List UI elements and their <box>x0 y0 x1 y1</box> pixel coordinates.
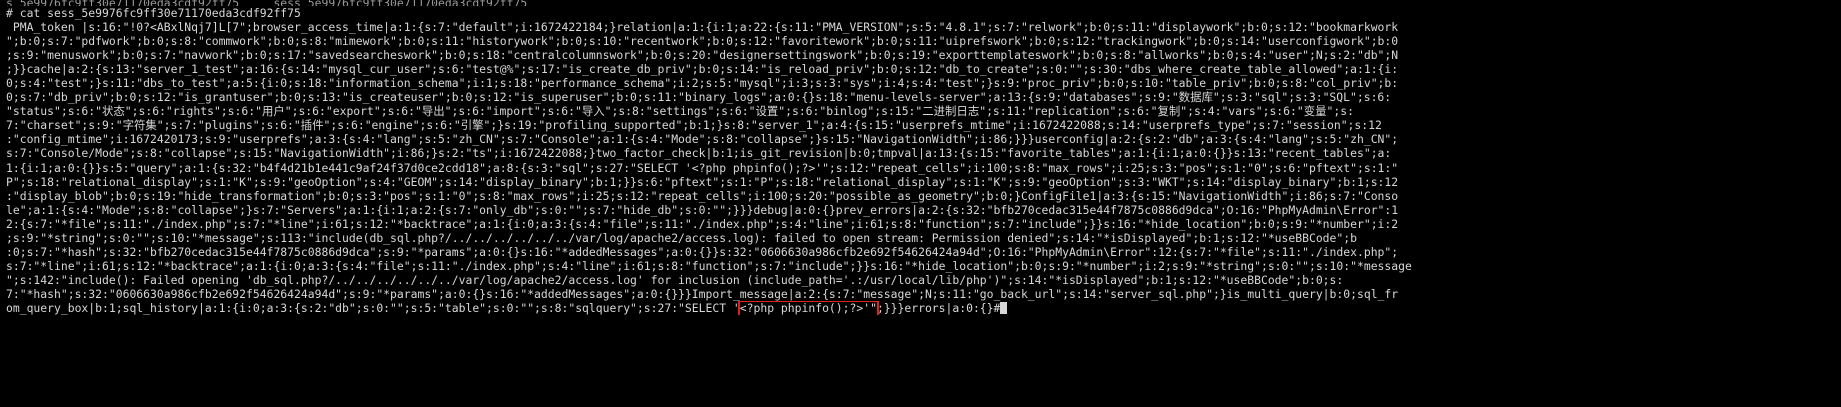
terminal-output-line: ;s:9:"*string";s:0:"";s:10:"*message";s:… <box>6 230 1357 245</box>
terminal-output-line: 1:{i:1;a:0:{}}s:5:"query";a:1:{s:32:"b4f… <box>6 160 1399 175</box>
terminal-output-line: PMA_token |s:16:"!0?<ABxlNqj7]L[7";brows… <box>6 20 1399 35</box>
terminal-output-line: 0;s:7:"db_priv";b:0;s:12:"is_grantuser";… <box>6 90 1392 105</box>
terminal-output-line: ";s:142:"include(): Failed opening 'db_s… <box>6 272 1344 287</box>
highlighted-payload: <?php phpinfo();?>'" <box>737 300 879 316</box>
terminal-output-line: P";s:18:"relational_display";s:1:"K";s:9… <box>6 174 1399 189</box>
terminal-output-line: le";a:1:{s:4:"Mode";s:8:"collapse";}s:7:… <box>6 202 1399 217</box>
terminal-output-line: ;s:9:"menuswork";b:0;s:7:"navwork";b:0;s… <box>6 48 1399 63</box>
terminal-output-line-end: ;}}}errors|a:0:{}# <box>876 300 1001 315</box>
cursor-icon <box>1000 301 1008 314</box>
terminal-output-line: 7:"*hash";s:32:"0606630a986cfb2e692f5462… <box>6 286 1399 301</box>
terminal-command-line: # cat sess_5e9976fc9ff30e71170eda3cdf92f… <box>6 6 301 20</box>
terminal-output-line: :"config_mtime";i:1672420173;s:9:"userpr… <box>6 132 1399 147</box>
terminal-output-line: s:7:"*line";i:61;s:12:"*backtrace";a:1:{… <box>6 258 1412 273</box>
terminal-output-line-start: om_query_box|b:1;sql_history|a:1:{i:0;a:… <box>6 300 740 315</box>
terminal-output-line: ";b:0;s:7:"pdfwork";b:0;s:8:"commwork";b… <box>6 34 1399 49</box>
terminal-output-line: 7:"charset";s:9:"字符集";s:7:"plugins";s:6:… <box>6 118 1382 133</box>
terminal-output-line: :0;s:7:"*hash";s:32:"bfb270cedac315e44f7… <box>6 244 1399 259</box>
terminal-output-line: ;}}cache|a:2:{s:13:"server_1_test";a:16:… <box>6 62 1399 77</box>
terminal-output-line: "status";s:6:"状态";s:6:"rights";s:6:"用户";… <box>6 104 1354 119</box>
terminal-output-line: s:7:"Console/Mode";s:8:"collapse";s:15:"… <box>6 146 1392 161</box>
terminal-output-line: 2:{s:7:"*file";s:11:"./index.php";s:7:"*… <box>6 216 1399 231</box>
terminal-last-line: om_query_box|b:1;sql_history|a:1:{i:0;a:… <box>6 300 1837 316</box>
terminal-output-line: :"display_blob";b:0;s:19:"hide_transform… <box>6 188 1399 203</box>
terminal-window[interactable]: s_5e9976fc9ff30e71170eda3cdf92ff75 sess_… <box>0 0 1841 407</box>
terminal-output-line: 0;s:4:"test";}s:11:"dbs_to_test";a:5:{i:… <box>6 76 1399 91</box>
